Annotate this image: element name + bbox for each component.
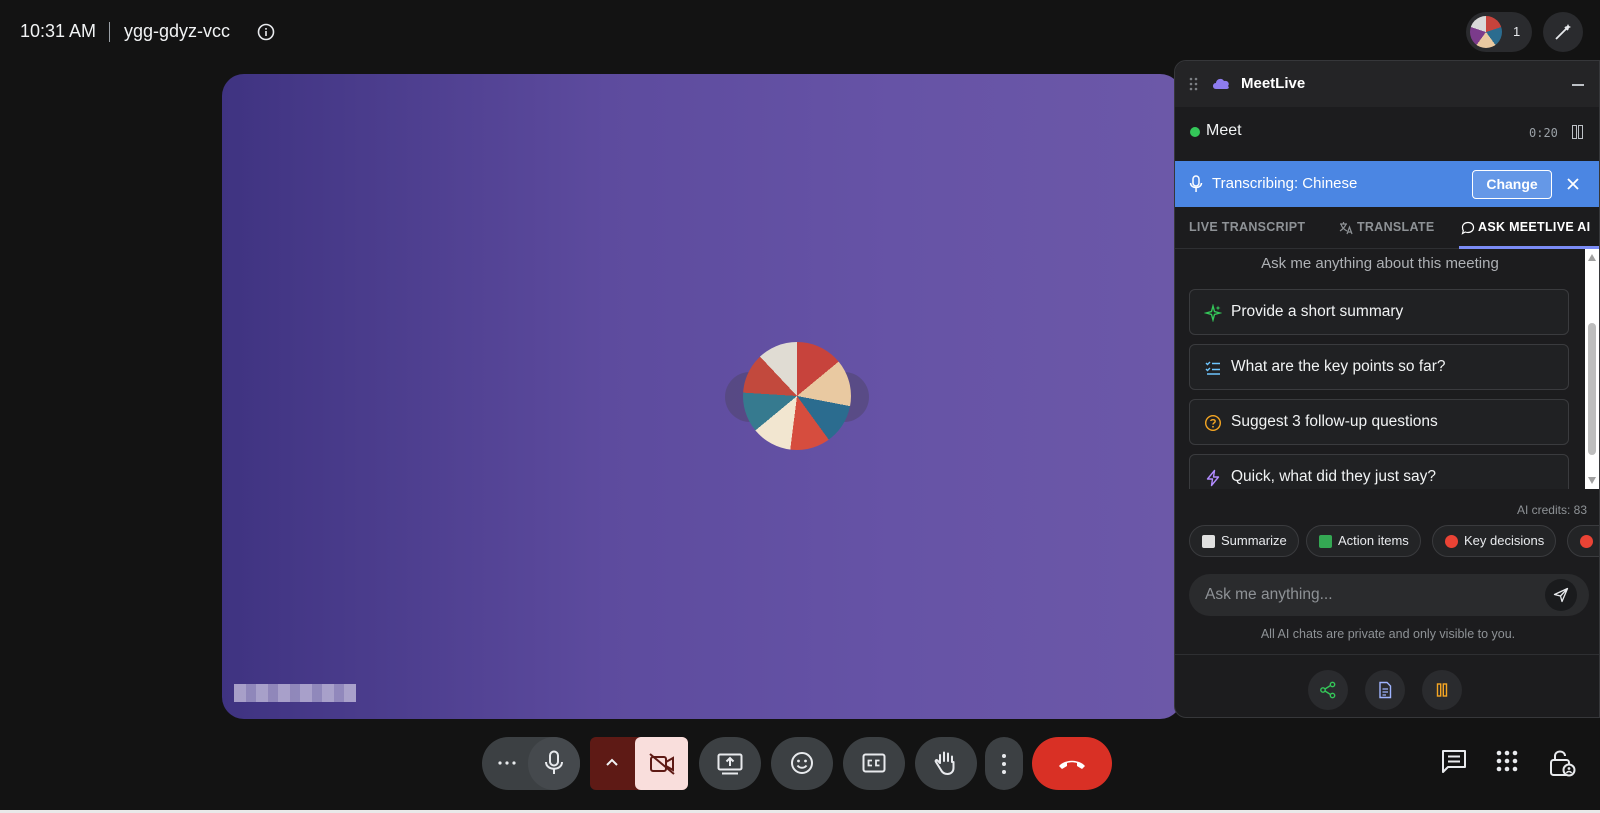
suggestion-label: What are the key points so far?: [1231, 358, 1446, 375]
ask-input[interactable]: [1205, 574, 1525, 616]
chat-icon[interactable]: [1440, 748, 1470, 778]
chip-key-decisions[interactable]: Key decisions: [1432, 525, 1557, 557]
chip-label: Summarize: [1221, 533, 1287, 548]
microphone-icon: [1189, 175, 1203, 198]
suggestion-key-points[interactable]: What are the key points so far?: [1189, 344, 1569, 390]
video-tile: [222, 74, 1182, 719]
camera-toggle-button[interactable]: [635, 737, 688, 790]
target-icon: [1445, 535, 1458, 548]
panel-header: MeetLive: [1175, 61, 1599, 107]
pause-icon[interactable]: [1572, 125, 1583, 139]
meetlive-panel: MeetLive Meet 0:20 Transcribing: Chinese…: [1174, 60, 1600, 718]
top-bar: 10:31 AM ygg-gdyz-vcc 1: [0, 0, 1600, 64]
clock: 10:31 AM: [20, 21, 97, 41]
pause-recording-button[interactable]: [1422, 670, 1462, 710]
document-button[interactable]: [1365, 670, 1405, 710]
share-icon: [1320, 681, 1336, 699]
transcribing-banner: Transcribing: Chinese Change: [1175, 161, 1599, 207]
transcribing-language: Transcribing: Chinese: [1212, 175, 1358, 192]
panel-title: MeetLive: [1241, 75, 1306, 92]
recording-timer: 0:20: [1529, 126, 1558, 140]
scrollbar[interactable]: [1585, 249, 1599, 489]
chip-summarize[interactable]: Summarize: [1189, 525, 1299, 557]
quick-action-chips: Summarize Action items Key decisions: [1189, 525, 1599, 557]
minimize-button[interactable]: [1567, 73, 1589, 95]
close-icon[interactable]: [1565, 176, 1581, 192]
pause-icon: [1436, 683, 1448, 697]
sparkle-icon: [1203, 303, 1223, 323]
participant-avatar: [743, 342, 851, 450]
audio-controls-group: [482, 737, 580, 790]
hand-icon: [934, 751, 955, 776]
checklist-icon: [1204, 359, 1222, 377]
tab-live-transcript[interactable]: LIVE TRANSCRIPT: [1189, 220, 1305, 234]
scroll-thumb[interactable]: [1588, 323, 1596, 455]
question-icon: [1580, 535, 1593, 548]
suggestion-follow-up[interactable]: Suggest 3 follow-up questions: [1189, 399, 1569, 445]
drag-handle-icon[interactable]: [1189, 76, 1199, 92]
suggestion-summary[interactable]: Provide a short summary: [1189, 289, 1569, 335]
reactions-button[interactable]: [771, 737, 833, 790]
meet-status-row: Meet 0:20: [1175, 107, 1599, 157]
chip-action-items[interactable]: Action items: [1306, 525, 1421, 557]
chip-more[interactable]: [1567, 525, 1599, 557]
chip-label: Key decisions: [1464, 533, 1545, 548]
microphone-button[interactable]: [528, 737, 580, 790]
suggestion-label: Provide a short summary: [1231, 303, 1404, 320]
present-screen-button[interactable]: [699, 737, 761, 790]
divider: [1175, 654, 1599, 655]
privacy-note: All AI chats are private and only visibl…: [1260, 627, 1516, 641]
tab-ask-meetlive-ai[interactable]: ASK MEETLIVE AI: [1478, 220, 1590, 234]
live-indicator: [1190, 127, 1200, 137]
ai-credits: AI credits: 83: [1516, 503, 1587, 517]
vertical-dots-icon: [1002, 754, 1006, 774]
suggestion-quick-recap[interactable]: Quick, what did they just say?: [1189, 454, 1569, 489]
chip-label: Action items: [1338, 533, 1409, 548]
ask-ai-content: Ask me anything about this meeting Provi…: [1175, 249, 1599, 489]
meeting-code: ygg-gdyz-vcc: [124, 21, 231, 41]
activities-icon[interactable]: [1494, 748, 1524, 778]
send-button[interactable]: [1545, 579, 1577, 611]
divider: [109, 22, 110, 42]
ai-wand-button[interactable]: [1543, 12, 1583, 52]
microphone-icon: [545, 750, 563, 774]
ask-prompt: Ask me anything about this meeting: [1261, 255, 1499, 272]
emoji-icon: [791, 752, 813, 774]
suggestion-label: Quick, what did they just say?: [1231, 468, 1437, 485]
send-icon: [1553, 587, 1569, 603]
translate-icon: [1339, 221, 1353, 240]
chat-bubble-icon: [1461, 221, 1475, 240]
change-language-button[interactable]: Change: [1472, 170, 1552, 199]
bolt-icon: [1204, 469, 1222, 487]
camera-off-icon: [649, 753, 675, 775]
captions-icon: [862, 753, 886, 773]
cloud-icon: [1211, 75, 1231, 96]
present-icon: [717, 753, 743, 775]
avatar: [1470, 16, 1502, 48]
suggestion-label: Suggest 3 follow-up questions: [1231, 413, 1438, 430]
info-icon[interactable]: [257, 23, 275, 41]
wand-icon: [1555, 24, 1571, 40]
hang-up-icon: [1059, 760, 1085, 769]
meet-label: Meet: [1206, 122, 1242, 139]
tab-translate[interactable]: TRANSLATE: [1357, 220, 1434, 234]
raise-hand-button[interactable]: [915, 737, 977, 790]
ask-input-bar: [1189, 574, 1589, 616]
host-controls-lock-icon[interactable]: [1548, 748, 1578, 778]
share-button[interactable]: [1308, 670, 1348, 710]
question-icon: [1204, 414, 1222, 432]
participant-name-blurred: [234, 684, 356, 702]
captions-button[interactable]: [843, 737, 905, 790]
leave-call-button[interactable]: [1032, 737, 1112, 790]
panel-tabs: LIVE TRANSCRIPT TRANSLATE ASK MEETLIVE A…: [1175, 207, 1599, 249]
clipboard-icon: [1202, 535, 1215, 548]
document-icon: [1379, 681, 1392, 699]
checkbox-icon: [1319, 535, 1332, 548]
participants-button[interactable]: 1: [1466, 12, 1532, 52]
scroll-up-arrow[interactable]: [1588, 254, 1596, 261]
participant-count: 1: [1513, 24, 1521, 39]
camera-controls-group: [590, 737, 688, 790]
scroll-down-arrow[interactable]: [1588, 477, 1596, 484]
more-actions-button[interactable]: [985, 737, 1023, 790]
